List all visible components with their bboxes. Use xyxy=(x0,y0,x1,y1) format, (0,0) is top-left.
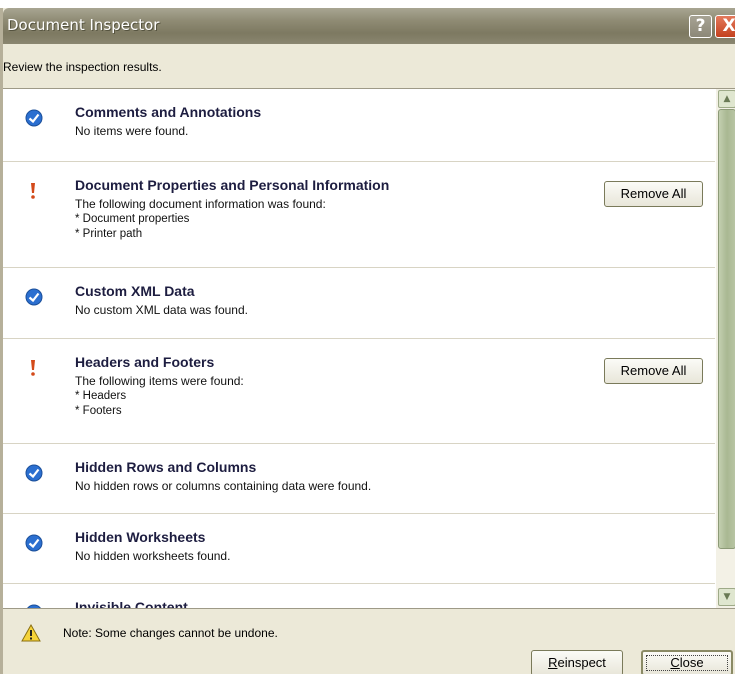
check-icon xyxy=(25,464,43,485)
note-text: Note: Some changes cannot be undone. xyxy=(63,626,278,640)
reinspect-label: einspect xyxy=(557,655,606,670)
result-detail: * Headers xyxy=(75,390,127,402)
result-description: The following document information was f… xyxy=(75,197,326,242)
result-summary: The following document information was f… xyxy=(75,197,326,211)
result-description: No custom XML data was found. xyxy=(75,303,248,317)
remove-all-button[interactable]: Remove All xyxy=(604,358,703,384)
dialog-window: Document Inspector ? X Review the inspec… xyxy=(0,8,735,674)
result-heading: Hidden Worksheets xyxy=(75,529,206,545)
vertical-scrollbar[interactable]: ▲ ▼ xyxy=(716,89,735,608)
focus-rect xyxy=(646,655,728,671)
result-comments-annotations: Comments and Annotations No items were f… xyxy=(3,89,715,162)
result-heading: Comments and Annotations xyxy=(75,104,262,120)
result-headers-footers: Headers and Footers The following items … xyxy=(3,339,715,444)
result-detail: * Printer path xyxy=(75,228,143,240)
scroll-up-icon[interactable]: ▲ xyxy=(718,90,735,108)
result-summary: The following items were found: xyxy=(75,374,244,388)
result-hidden-worksheets: Hidden Worksheets No hidden worksheets f… xyxy=(3,514,715,584)
warning-exclamation-icon xyxy=(28,182,38,203)
scroll-down-icon[interactable]: ▼ xyxy=(718,588,735,606)
result-description: No hidden rows or columns containing dat… xyxy=(75,479,372,493)
result-detail: * Document properties xyxy=(75,213,190,225)
close-icon[interactable]: X xyxy=(715,15,735,38)
scrollbar-thumb[interactable] xyxy=(718,109,735,549)
help-button[interactable]: ? xyxy=(689,15,712,38)
result-description: No items were found. xyxy=(75,124,189,138)
result-description: The following items were found: * Header… xyxy=(75,374,244,419)
result-heading: Custom XML Data xyxy=(75,283,195,299)
result-heading: Invisible Content xyxy=(75,599,188,609)
instruction-text: Review the inspection results. xyxy=(3,60,162,74)
results-panel: Comments and Annotations No items were f… xyxy=(3,88,735,609)
close-button[interactable]: Close xyxy=(641,650,733,674)
result-heading: Headers and Footers xyxy=(75,354,215,370)
warning-triangle-icon xyxy=(21,623,41,645)
check-icon xyxy=(25,534,43,555)
warning-exclamation-icon xyxy=(28,359,38,380)
result-custom-xml: Custom XML Data No custom XML data was f… xyxy=(3,268,715,339)
result-hidden-rows-columns: Hidden Rows and Columns No hidden rows o… xyxy=(3,444,715,514)
result-heading: Document Properties and Personal Informa… xyxy=(75,177,390,193)
check-icon xyxy=(25,109,43,130)
note-area: Note: Some changes cannot be undone. xyxy=(21,623,278,645)
result-invisible-content: Invisible Content xyxy=(3,584,715,609)
result-description: No hidden worksheets found. xyxy=(75,549,231,563)
title-bar[interactable]: Document Inspector ? X xyxy=(3,8,735,44)
result-document-properties: Document Properties and Personal Informa… xyxy=(3,162,715,268)
remove-all-button[interactable]: Remove All xyxy=(604,181,703,207)
reinspect-button[interactable]: Reinspect xyxy=(531,650,623,674)
check-icon xyxy=(25,288,43,309)
dialog-title: Document Inspector xyxy=(7,16,160,34)
result-heading: Hidden Rows and Columns xyxy=(75,459,257,475)
result-detail: * Footers xyxy=(75,405,122,417)
check-icon xyxy=(25,604,43,608)
